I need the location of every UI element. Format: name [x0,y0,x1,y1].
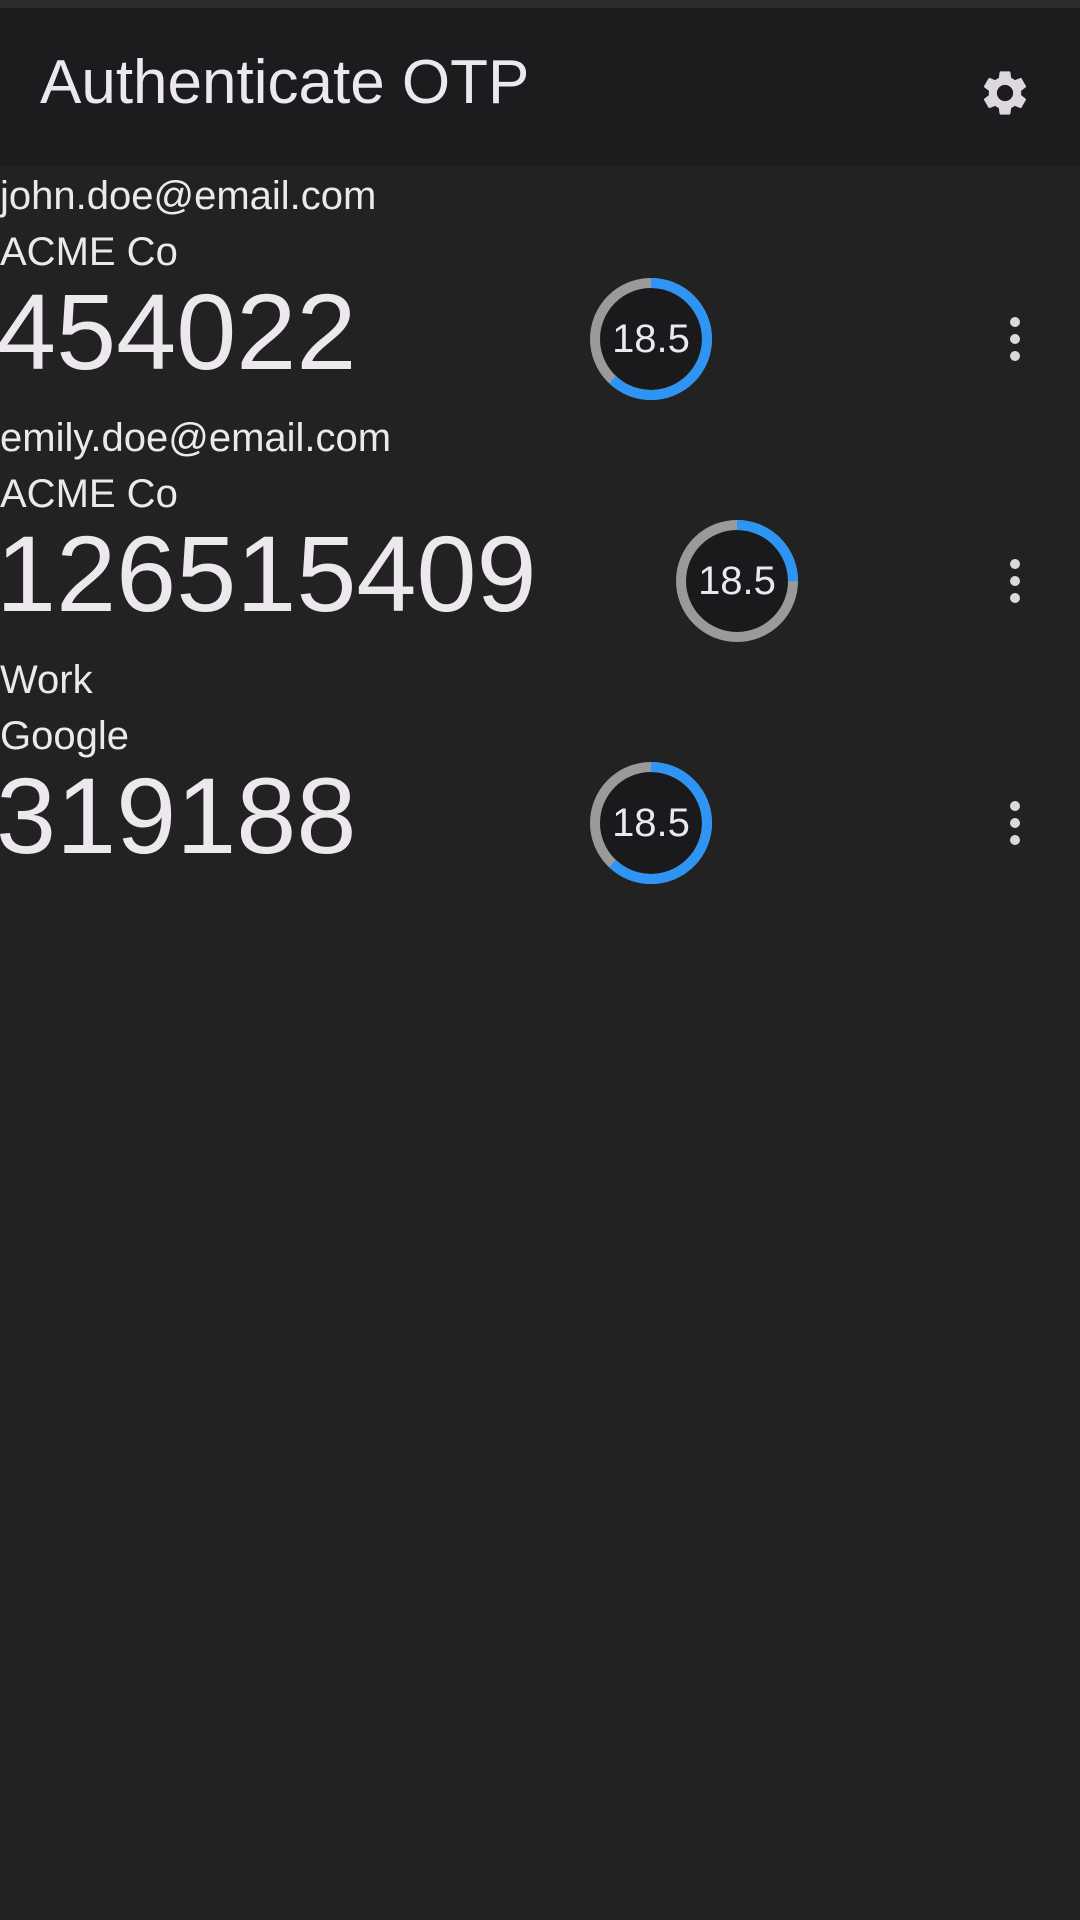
account-name: Work [0,658,93,702]
countdown-timer: 18.5 [674,518,800,644]
otp-code[interactable]: 319188 [0,762,356,870]
app-title: Authenticate OTP [40,48,530,117]
app-bar: Authenticate OTP [0,8,1080,166]
more-vert-icon [1007,800,1023,846]
more-vert-icon [1007,316,1023,362]
account-item[interactable]: john.doe@email.com ACME Co 454022 18.5 [0,166,1080,408]
account-issuer: ACME Co [0,472,178,516]
status-bar [0,0,1080,8]
more-options-button[interactable] [990,302,1040,376]
account-item[interactable]: emily.doe@email.com ACME Co 126515409 18… [0,408,1080,650]
account-name: emily.doe@email.com [0,416,392,460]
otp-code[interactable]: 126515409 [0,520,537,628]
account-name: john.doe@email.com [0,174,377,218]
account-item[interactable]: Work Google 319188 18.5 [0,650,1080,892]
timer-label: 18.5 [698,558,776,603]
timer-label: 18.5 [612,316,690,361]
timer-label: 18.5 [612,800,690,845]
countdown-timer: 18.5 [588,760,714,886]
account-issuer: ACME Co [0,230,178,274]
account-issuer: Google [0,714,129,758]
countdown-timer: 18.5 [588,276,714,402]
account-list: john.doe@email.com ACME Co 454022 18.5 e… [0,166,1080,892]
more-vert-icon [1007,558,1023,604]
more-options-button[interactable] [990,786,1040,860]
settings-button[interactable] [970,58,1040,128]
otp-code[interactable]: 454022 [0,278,356,386]
more-options-button[interactable] [990,544,1040,618]
gear-icon [978,66,1032,120]
